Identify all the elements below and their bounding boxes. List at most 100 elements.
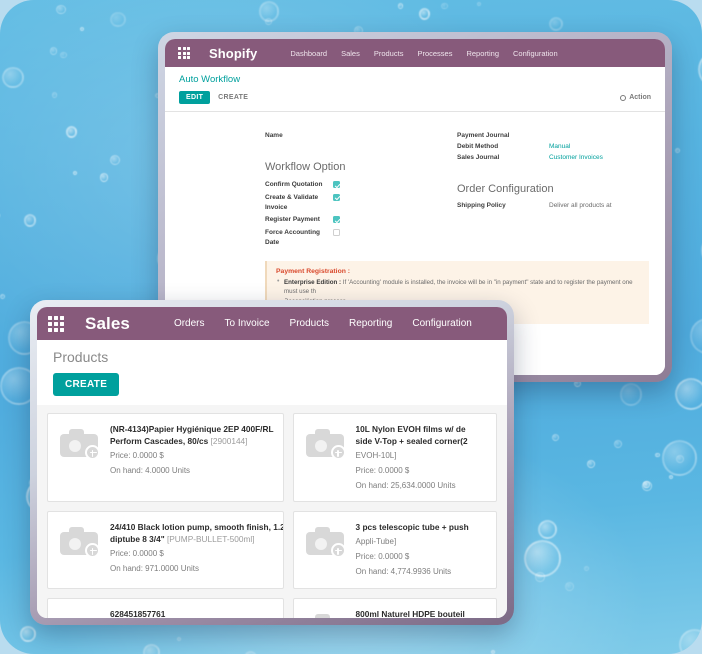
option-register-payment[interactable]: Register Payment [265,215,449,225]
product-code: [PUMP-BULLET-500ml] [166,534,255,545]
product-info: 3 pcs telescopic tube + push Appli-Tube]… [356,521,469,579]
alert-item-0: Enterprise Edition : If 'Accounting' mod… [276,276,640,297]
field-shipping-policy[interactable]: Shipping Policy Deliver all products at [457,202,641,209]
bubble [2,66,24,88]
bubble [65,125,78,138]
sales-menu-item-orders[interactable]: Orders [164,318,215,329]
field-sales-journal-value[interactable]: Customer Invoices [549,154,603,161]
camera-placeholder-icon [57,423,101,492]
create-button[interactable]: CREATE [210,91,256,104]
sales-menu-item-reporting[interactable]: Reporting [339,318,402,329]
edit-button[interactable]: EDIT [179,91,211,104]
bubble [668,474,673,479]
bubble [535,571,545,582]
product-on-hand: On hand: 4.0000 Units [110,466,191,476]
product-title-line1: 3 pcs telescopic tube + push [355,522,469,533]
workflow-option-title: Workflow Option [265,161,346,173]
bubble [258,1,280,22]
sales-control-bar: Products [37,340,507,365]
shopify-menu-item-3[interactable]: Processes [410,49,459,58]
product-code: [2900144] [210,436,248,447]
product-card[interactable]: 800ml Naturel HDPE bouteil 28/400 boutei… [292,598,497,618]
bubble [20,626,36,642]
shopify-menu-item-2[interactable]: Products [367,49,411,58]
product-card[interactable]: 3 pcs telescopic tube + push Appli-Tube]… [292,511,497,590]
option-force-accounting-date[interactable]: Force Accounting Date [265,228,449,248]
bubble [109,154,120,165]
shopify-menu-item-1[interactable]: Sales [334,49,367,58]
product-title-line2: diptube 8 3/4" [PUMP-BULLET-500ml] [110,534,255,545]
field-payment-journal[interactable]: Payment Journal [457,132,641,139]
field-sales-journal[interactable]: Sales Journal Customer Invoices [457,154,641,161]
sales-navbar: Sales Orders To Invoice Products Reporti… [37,307,507,340]
product-price: Price: 0.0000 $ [110,451,164,461]
field-name[interactable]: Name [265,132,449,139]
camera-placeholder-icon [303,423,347,492]
camera-placeholder-icon [57,608,101,618]
option-create-validate-invoice-checkbox[interactable] [333,193,340,201]
option-register-payment-label: Register Payment [265,216,320,224]
option-create-validate-invoice-label: Create & Validate Invoice [265,193,319,211]
sales-menu: Orders To Invoice Products Reporting Con… [164,318,482,329]
bubble [661,439,698,476]
shopify-menu-item-5[interactable]: Configuration [506,49,565,58]
product-title-line2: Perform Cascades, 80/cs [2900144] [110,436,248,447]
product-price: Price: 0.0000 $ [110,549,164,559]
field-debit-method-value[interactable]: Manual [549,143,570,150]
shopify-button-row: EDIT CREATE Action [165,85,665,111]
bubble [619,383,643,406]
bubble [537,520,557,539]
apps-grid-icon[interactable] [43,315,69,332]
bubble [176,636,181,641]
sales-brand: Sales [85,313,130,333]
sales-create-button[interactable]: CREATE [53,373,120,396]
product-card[interactable]: 24/410 Black lotion pump, smooth finish,… [47,511,284,590]
bubble [143,644,160,654]
action-menu-label: Action [629,94,651,101]
product-price: Price: 0.0000 $ [355,466,410,476]
option-confirm-quotation[interactable]: Confirm Quotation [265,180,449,190]
sales-window: Sales Orders To Invoice Products Reporti… [30,300,514,625]
shopify-brand: Shopify [209,45,258,61]
sales-menu-item-configuration[interactable]: Configuration [402,318,481,329]
alert-title: Payment Registration : [276,267,351,275]
option-confirm-quotation-checkbox[interactable] [333,181,340,188]
bubble [110,11,126,28]
bubble [49,46,58,55]
product-title-line1: 24/410 Black lotion pump, smooth finish,… [110,522,284,533]
shopify-menu-item-4[interactable]: Reporting [459,49,506,58]
product-info: 10L Nylon EVOH films w/ de side V-Top + … [356,423,468,492]
option-force-accounting-date-checkbox[interactable] [333,229,340,236]
sales-window-content: Sales Orders To Invoice Products Reporti… [37,307,507,618]
bubble [397,3,404,9]
sales-menu-item-products[interactable]: Products [280,318,339,329]
option-create-validate-invoice[interactable]: Create & Validate Invoice [265,193,449,213]
bubble [476,1,481,6]
sales-breadcrumb[interactable]: Products [53,349,491,365]
breadcrumb[interactable]: Auto Workflow [179,74,651,85]
bubble [441,3,448,10]
bubble [551,434,559,442]
field-debit-method[interactable]: Debit Method Manual [457,143,641,150]
sales-button-row: CREATE [37,365,507,405]
field-name-label: Name [265,132,283,139]
bubble [56,4,66,14]
shopify-menu-item-0[interactable]: Dashboard [283,49,334,58]
apps-grid-icon[interactable] [171,47,197,59]
bubble [418,7,431,20]
product-info: 628451857761 Price: 0.0000 $ [110,608,165,618]
sales-menu-item-to-invoice[interactable]: To Invoice [215,318,280,329]
product-card[interactable]: (NR-4134)Papier Hygiénique 2EP 400F/RL P… [47,413,284,503]
action-menu[interactable]: Action [620,94,651,101]
product-card[interactable]: 10L Nylon EVOH films w/ de side V-Top + … [292,413,497,503]
field-shipping-policy-label: Shipping Policy [457,202,506,209]
shopify-navbar: Shopify Dashboard Sales Products Process… [165,39,665,67]
product-info: 24/410 Black lotion pump, smooth finish,… [110,521,284,579]
option-confirm-quotation-label: Confirm Quotation [265,181,323,188]
product-title-line1: (NR-4134)Papier Hygiénique 2EP 400F/RL [110,424,274,434]
product-title-line2: side V-Top + sealed corner(2 [355,436,468,447]
order-configuration-title: Order Configuration [457,183,554,195]
product-card[interactable]: 628451857761 Price: 0.0000 $ [47,598,284,618]
field-payment-journal-label: Payment Journal [457,132,510,139]
option-register-payment-checkbox[interactable] [333,216,340,224]
